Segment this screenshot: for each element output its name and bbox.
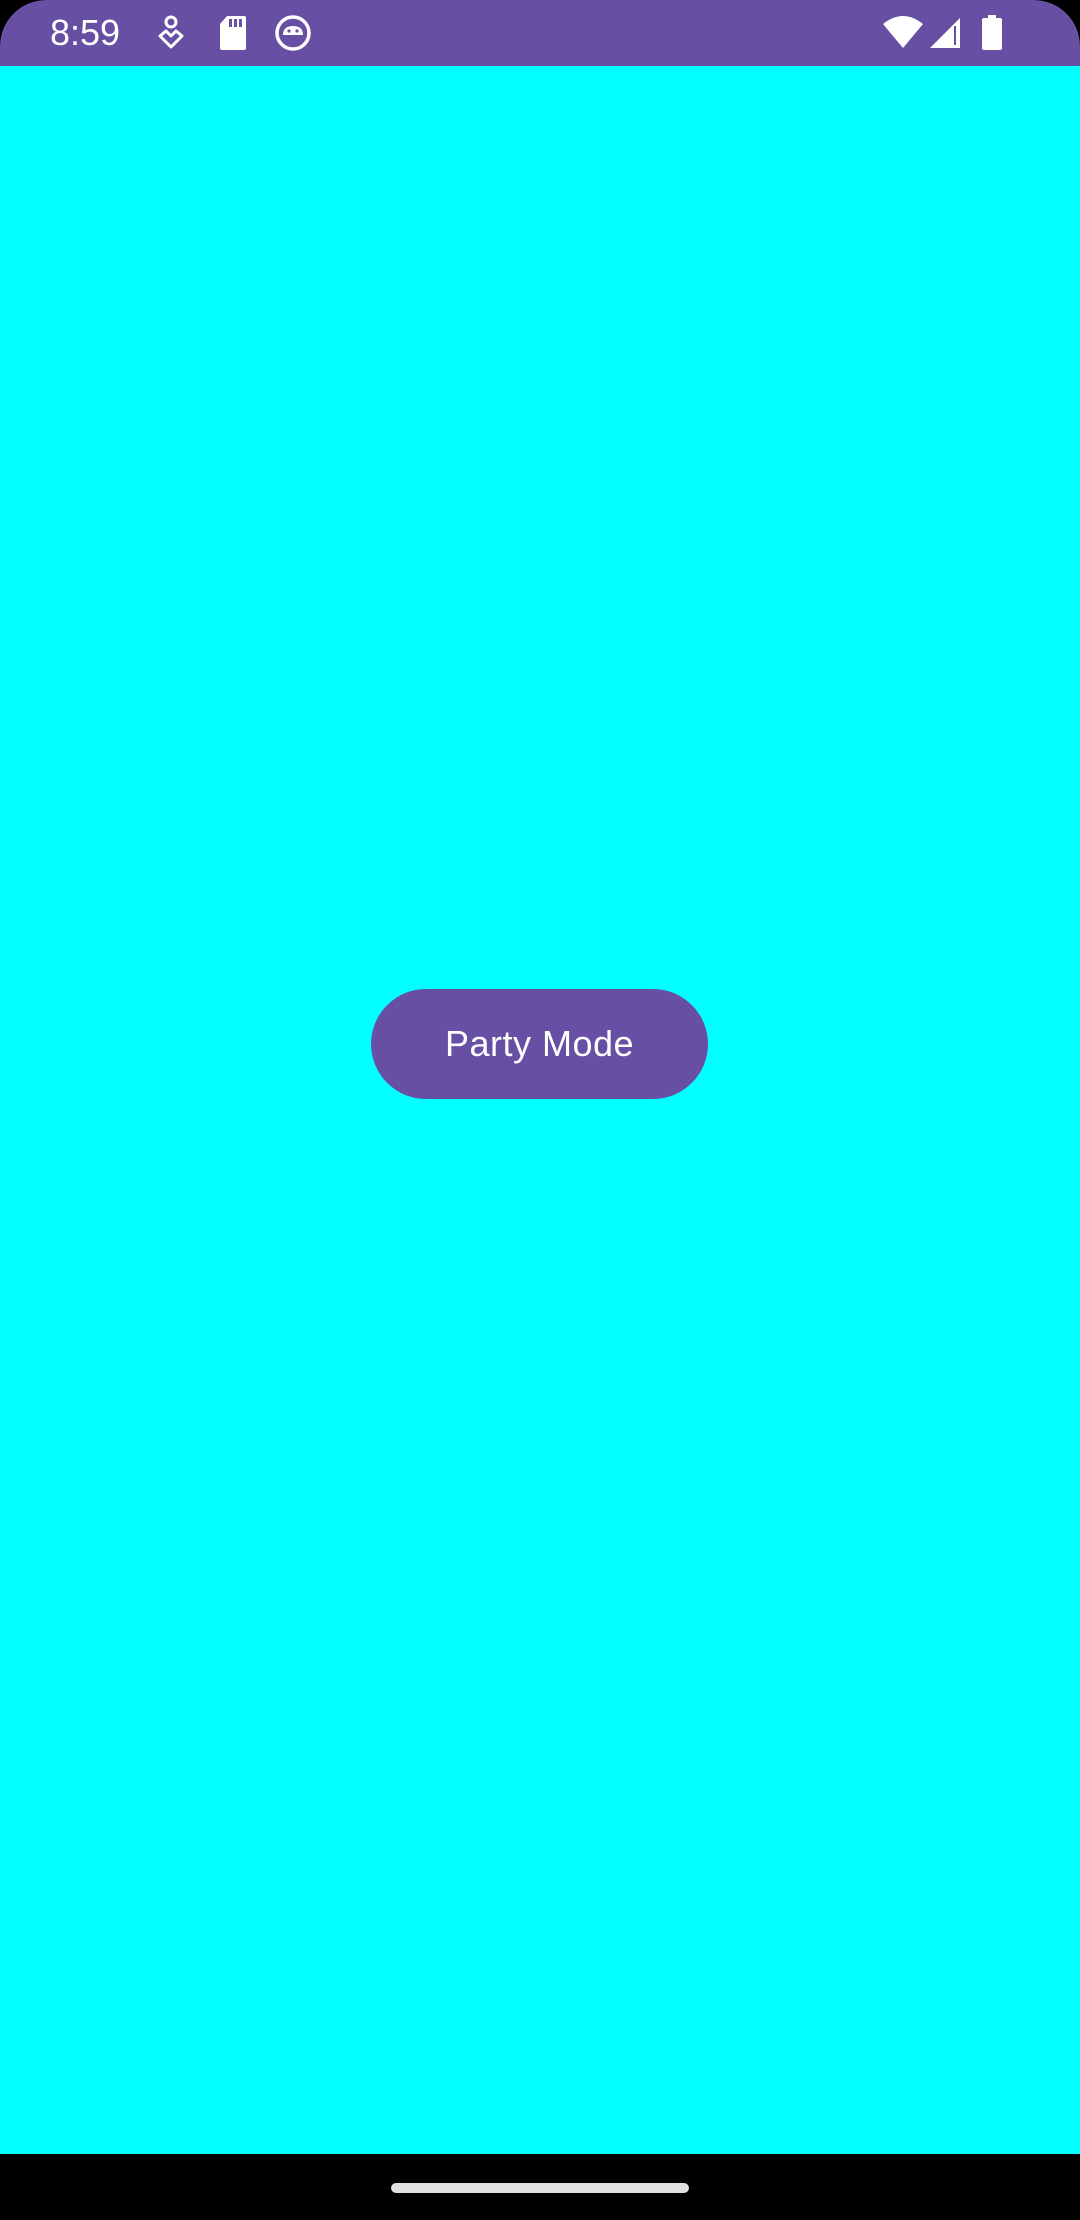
party-mode-button[interactable]: Party Mode <box>371 989 708 1099</box>
main-content <box>0 66 1080 2154</box>
phone-screen: 8:59 Party Mode <box>0 0 1080 2220</box>
accessibility-icon <box>158 15 184 49</box>
cellular-signal-icon <box>930 18 960 48</box>
navigation-bar <box>0 2154 1080 2220</box>
wifi-icon <box>883 16 923 48</box>
android-debug-icon <box>275 15 311 51</box>
status-time: 8:59 <box>50 12 121 53</box>
gesture-handle[interactable] <box>391 2183 689 2193</box>
battery-icon <box>982 15 1002 50</box>
sd-card-icon <box>220 16 246 50</box>
status-bar: 8:59 <box>0 0 1080 66</box>
